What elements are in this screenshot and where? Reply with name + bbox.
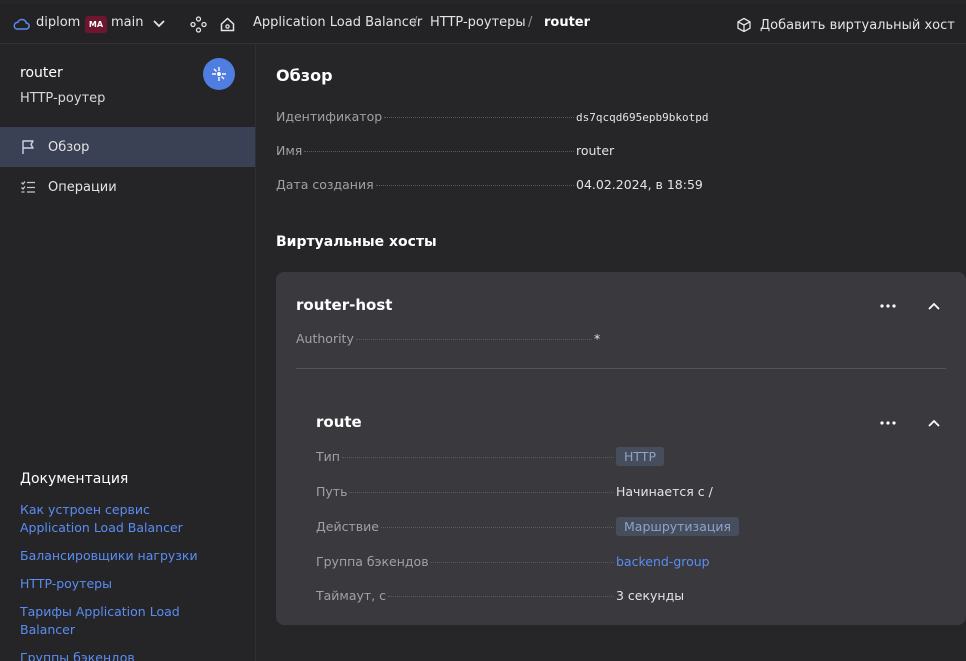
dotted-leader [388,596,614,597]
add-virtual-host-label: Добавить виртуальный хост [760,17,955,33]
top-bar: diplom MA main Application Load Balancer… [0,4,966,44]
docs-link[interactable]: Как устроен сервис Application Load Bala… [20,501,220,537]
field-label: Таймаут, с [316,588,387,603]
sidebar-item-overview[interactable]: Обзор [0,127,255,167]
docs-link[interactable]: Тарифы Application Load Balancer [20,603,190,639]
sidebar-item-operations[interactable]: Операции [0,167,255,207]
route-field-type: Тип HTTP [316,447,756,466]
field-label: Группа бэкендов [316,554,429,569]
flag-icon [22,140,34,154]
backend-group-link[interactable]: backend-group [616,554,756,569]
route-field-action: Действие Маршрутизация [316,517,756,536]
cloud-icon[interactable] [12,15,30,33]
route-field-path: Путь Начинается с / [316,484,756,499]
cube-icon [737,17,751,33]
docs-link[interactable]: HTTP-роутеры [20,575,112,593]
sidebar: router HTTP-роутер Обзор Операции Докуме… [0,45,256,661]
more-icon [880,304,896,308]
field-label: Дата создания [276,177,374,192]
more-icon [880,421,896,425]
route-field-timeout: Таймаут, с 3 секунды [316,588,756,603]
folder-name[interactable]: main [111,15,143,30]
list-icon [21,181,35,193]
dotted-leader [384,117,574,118]
field-value: * [594,331,601,346]
folder-badge[interactable]: MA [85,16,107,33]
host-more-button[interactable] [876,294,900,318]
chevron-down-icon[interactable] [152,18,166,30]
home-icon[interactable] [219,16,236,33]
dotted-leader [430,562,614,563]
sidebar-item-label: Обзор [48,139,90,155]
chevron-up-icon [928,302,940,310]
page-title: Обзор [276,66,333,85]
breadcrumb-separator: / [528,15,533,30]
divider [296,368,946,369]
docs-title: Документация [20,471,129,487]
field-id: Идентификатор ds7qcqd695epb9bkotpd [276,109,726,124]
host-name: router-host [296,296,393,314]
field-label: Идентификатор [276,109,383,124]
field-authority: Authority * [296,331,606,346]
docs-link[interactable]: Балансировщики нагрузки [20,547,198,565]
route-more-button[interactable] [876,411,900,435]
dotted-leader [375,185,574,186]
cloud-name[interactable]: diplom [36,15,80,30]
breadcrumb-service[interactable]: Application Load Balancer [253,15,422,30]
field-label: Путь [316,484,348,499]
resource-type: HTTP-роутер [20,91,106,106]
breadcrumb-separator: / [413,15,418,30]
field-created: Дата создания 04.02.2024, в 18:59 [276,177,726,192]
field-value: router [576,143,615,158]
breadcrumb-http-routers[interactable]: HTTP-роутеры [430,15,526,30]
dotted-leader [380,527,614,528]
route-field-backend-group: Группа бэкендов backend-group [316,554,756,569]
chevron-up-icon [928,419,940,427]
breadcrumb-current: router [544,15,591,30]
field-value: 3 секунды [616,588,685,603]
sidebar-item-label: Операции [48,179,117,195]
field-label: Действие [316,519,379,534]
virtual-hosts-title: Виртуальные хосты [276,234,437,250]
field-label: Тип [316,449,340,464]
route-name: route [316,413,362,431]
field-label: Имя [276,143,303,158]
resource-title: router [20,65,63,81]
action-tag: Маршрутизация [616,517,740,536]
load-balancer-icon [212,67,226,81]
field-value[interactable]: ds7qcqd695epb9bkotpd [576,111,726,124]
virtual-host-card: router-host Authority * route Тип HTTP П… [276,272,966,625]
services-graph-icon[interactable] [190,16,207,33]
field-name: Имя router [276,143,726,158]
dotted-leader [341,457,614,458]
field-value: 04.02.2024, в 18:59 [576,177,703,192]
docs-link[interactable]: Группы бэкендов [20,649,135,661]
dotted-leader [304,151,574,152]
add-virtual-host-button[interactable]: Добавить виртуальный хост [736,14,955,36]
dotted-leader [349,492,614,493]
route-collapse-button[interactable] [922,411,946,435]
field-label: Authority [296,331,354,346]
host-collapse-button[interactable] [922,294,946,318]
service-avatar [203,58,235,90]
field-value: Начинается с / [616,484,713,499]
type-tag: HTTP [616,447,664,466]
dotted-leader [355,339,592,340]
